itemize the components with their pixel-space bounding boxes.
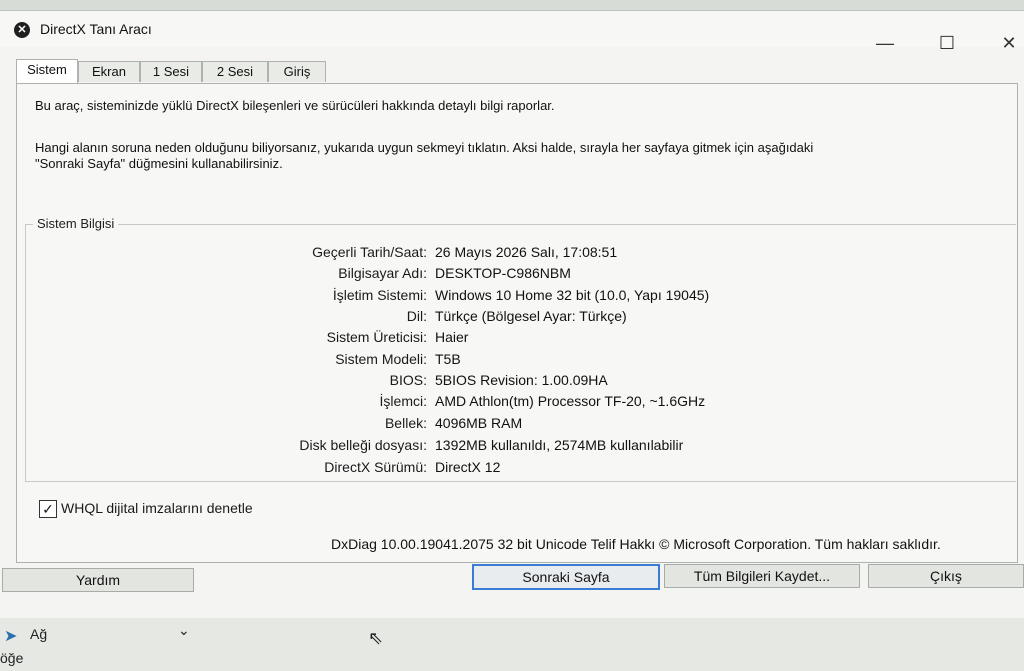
help-button[interactable]: Yardım bbox=[2, 568, 194, 592]
mouse-cursor-icon: ⇖ bbox=[368, 628, 384, 648]
tab-giris[interactable]: Giriş bbox=[268, 61, 326, 82]
info-row-os: İşletim Sistemi: Windows 10 Home 32 bit … bbox=[17, 287, 1017, 309]
tab-1-sesi[interactable]: 1 Sesi bbox=[140, 61, 202, 82]
minimize-button[interactable]: — bbox=[862, 29, 908, 57]
info-label: Disk belleği dosyası: bbox=[299, 437, 427, 453]
info-label: Dil: bbox=[406, 308, 427, 324]
info-row-datetime: Geçerli Tarih/Saat: 26 Mayıs 2026 Salı, … bbox=[17, 244, 1017, 266]
info-label: Sistem Modeli: bbox=[335, 351, 427, 367]
info-row-memory: Bellek: 4096MB RAM bbox=[17, 415, 1017, 437]
intro-text-1: Bu araç, sisteminizde yüklü DirectX bile… bbox=[35, 98, 555, 113]
intro-text-2: Hangi alanın soruna neden olduğunu biliy… bbox=[35, 140, 814, 155]
info-row-directx-version: DirectX Sürümü: DirectX 12 bbox=[17, 459, 1017, 481]
system-tab-panel: Bu araç, sisteminizde yüklü DirectX bile… bbox=[16, 83, 1018, 563]
exit-button[interactable]: Çıkış bbox=[868, 564, 1024, 588]
info-value: Haier bbox=[435, 329, 469, 345]
info-row-processor: İşlemci: AMD Athlon(tm) Processor TF-20,… bbox=[17, 393, 1017, 415]
info-label: Geçerli Tarih/Saat: bbox=[312, 244, 427, 260]
intro-text-3: "Sonraki Sayfa" düğmesini kullanabilirsi… bbox=[35, 156, 283, 171]
whql-checkbox-label: WHQL dijital imzalarını denetle bbox=[61, 500, 253, 516]
info-row-language: Dil: Türkçe (Bölgesel Ayar: Türkçe) bbox=[17, 308, 1017, 330]
info-label: Sistem Üreticisi: bbox=[326, 329, 427, 345]
info-label: Bellek: bbox=[384, 415, 427, 431]
title-bar[interactable]: ✕ DirectX Tanı Aracı — ☐ ✕ bbox=[0, 11, 1024, 53]
info-value: T5B bbox=[435, 351, 461, 367]
info-value: 26 Mayıs 2026 Salı, 17:08:51 bbox=[435, 244, 618, 260]
info-label: BIOS: bbox=[389, 372, 427, 388]
info-value: 5BIOS Revision: 1.00.09HA bbox=[435, 372, 608, 388]
info-label: İşletim Sistemi: bbox=[332, 287, 427, 303]
info-row-page-file: Disk belleği dosyası: 1392MB kullanıldı,… bbox=[17, 437, 1017, 459]
close-button[interactable]: ✕ bbox=[986, 29, 1024, 57]
system-info-group-label: Sistem Bilgisi bbox=[33, 216, 119, 231]
whql-checkbox[interactable]: ✓ bbox=[39, 500, 57, 518]
info-row-bios: BIOS: 5BIOS Revision: 1.00.09HA bbox=[17, 372, 1017, 394]
save-all-info-button[interactable]: Tüm Bilgileri Kaydet... bbox=[664, 564, 860, 588]
info-value: 1392MB kullanıldı, 2574MB kullanılabilir bbox=[435, 437, 684, 453]
info-value: DESKTOP-C986NBM bbox=[435, 265, 571, 281]
network-icon: ➤ bbox=[4, 628, 18, 645]
info-label: Bilgisayar Adı: bbox=[338, 265, 427, 281]
tab-ekran[interactable]: Ekran bbox=[78, 61, 140, 82]
info-row-computer-name: Bilgisayar Adı: DESKTOP-C986NBM bbox=[17, 265, 1017, 287]
info-row-manufacturer: Sistem Üreticisi: Haier bbox=[17, 329, 1017, 351]
info-value: DirectX 12 bbox=[435, 459, 501, 475]
chevron-down-icon[interactable]: ⌄ bbox=[178, 622, 190, 639]
tab-sistem[interactable]: Sistem bbox=[16, 59, 78, 83]
info-value: AMD Athlon(tm) Processor TF-20, ~1.6GHz bbox=[435, 393, 706, 409]
version-copyright-text: DxDiag 10.00.19041.2075 32 bit Unicode T… bbox=[331, 536, 941, 552]
info-label: İşlemci: bbox=[379, 393, 427, 409]
info-row-model: Sistem Modeli: T5B bbox=[17, 351, 1017, 373]
info-value: Türkçe (Bölgesel Ayar: Türkçe) bbox=[435, 308, 627, 324]
taskbar: ➤ Ağ ⌄ ⇖ öğe bbox=[0, 618, 1024, 671]
info-label: DirectX Sürümü: bbox=[324, 459, 427, 475]
window-title: DirectX Tanı Aracı bbox=[40, 21, 152, 37]
dxdiag-window: ✕ DirectX Tanı Aracı — ☐ ✕ Sistem Ekran … bbox=[0, 10, 1024, 619]
partial-item-text: öğe bbox=[0, 650, 24, 666]
network-label[interactable]: Ağ bbox=[30, 626, 47, 642]
maximize-button[interactable]: ☐ bbox=[924, 29, 970, 57]
next-page-button[interactable]: Sonraki Sayfa bbox=[472, 564, 660, 590]
directx-app-icon: ✕ bbox=[14, 22, 30, 38]
info-value: 4096MB RAM bbox=[435, 415, 523, 431]
info-value: Windows 10 Home 32 bit (10.0, Yapı 19045… bbox=[435, 287, 710, 303]
tab-2-sesi[interactable]: 2 Sesi bbox=[202, 61, 268, 82]
